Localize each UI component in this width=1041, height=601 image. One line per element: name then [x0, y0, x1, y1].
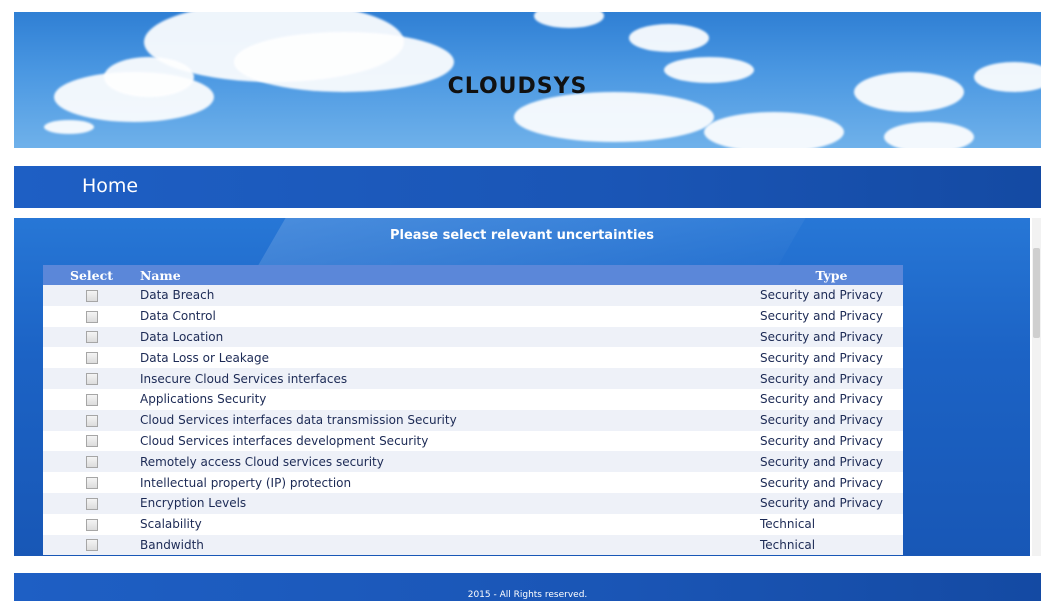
uncertainty-name: Data Control	[140, 305, 760, 327]
uncertainty-name: Scalability	[140, 513, 760, 535]
uncertainty-type: Security and Privacy	[760, 388, 903, 410]
uncertainty-type: Technical	[760, 534, 903, 556]
cloud-shape	[629, 24, 709, 52]
uncertainty-table: Select Name Type Data Breach Security and…	[43, 265, 903, 556]
select-cell	[43, 388, 140, 410]
uncertainty-name: Cloud Services interfaces development Se…	[140, 430, 760, 452]
uncertainty-type: Security and Privacy	[760, 285, 903, 306]
uncertainty-name: Data Location	[140, 326, 760, 348]
header-select: Select	[43, 265, 140, 285]
site-title: CLOUDSYS	[447, 74, 588, 99]
uncertainty-name: Intellectual property (IP) protection	[140, 472, 760, 493]
cloud-shape	[44, 120, 94, 134]
cloud-shape	[534, 12, 604, 28]
uncertainty-name: Insecure Cloud Services interfaces	[140, 368, 760, 389]
uncertainty-name: Bandwidth	[140, 534, 760, 556]
uncertainty-name: Encryption Levels	[140, 492, 760, 514]
uncertainty-name: Data Loss or Leakage	[140, 347, 760, 369]
table-row: Cloud Services interfaces data transmiss…	[43, 409, 903, 431]
nav-home-link[interactable]: Home	[82, 175, 138, 197]
cloud-shape	[514, 92, 714, 142]
table-row: Applications Security Security and Privac…	[43, 388, 903, 410]
uncertainty-name: Applications Security	[140, 388, 760, 410]
row-checkbox[interactable]	[85, 310, 98, 323]
row-checkbox[interactable]	[85, 518, 98, 531]
table-row: Scalability Technical	[43, 513, 903, 535]
select-cell	[43, 285, 140, 306]
uncertainty-name: Remotely access Cloud services security	[140, 451, 760, 473]
uncertainty-type: Security and Privacy	[760, 409, 903, 431]
scrollbar-thumb[interactable]	[1033, 248, 1040, 338]
select-cell	[43, 305, 140, 327]
row-checkbox[interactable]	[85, 497, 98, 510]
header-type: Type	[760, 265, 903, 285]
uncertainty-type: Security and Privacy	[760, 451, 903, 473]
panel-title: Please select relevant uncertainties	[389, 228, 655, 243]
row-checkbox[interactable]	[85, 456, 98, 469]
select-cell	[43, 472, 140, 493]
table-row: Encryption Levels Security and Privacy	[43, 492, 903, 514]
select-cell	[43, 451, 140, 473]
table-row: Data Control Security and Privacy	[43, 305, 903, 327]
row-checkbox[interactable]	[85, 373, 98, 386]
select-cell	[43, 409, 140, 431]
uncertainty-type: Technical	[760, 513, 903, 535]
row-checkbox[interactable]	[85, 435, 98, 448]
uncertainty-type: Security and Privacy	[760, 430, 903, 452]
table-header-row: Select Name Type	[43, 265, 903, 285]
table-row: Data Location Security and Privacy	[43, 326, 903, 348]
footer-bar: 2015 - All Rights reserved.	[14, 573, 1041, 601]
row-checkbox[interactable]	[85, 393, 98, 406]
footer-copyright: 2015 - All Rights reserved.	[467, 590, 588, 600]
uncertainty-name: Cloud Services interfaces data transmiss…	[140, 409, 760, 431]
select-cell	[43, 430, 140, 452]
table-row: Data Breach Security and Privacy	[43, 285, 903, 306]
row-checkbox[interactable]	[85, 289, 98, 302]
header-name: Name	[140, 265, 760, 285]
header-banner: CLOUDSYS	[14, 12, 1041, 148]
table-row: Cloud Services interfaces development Se…	[43, 430, 903, 452]
table-row: Bandwidth Technical	[43, 534, 903, 556]
uncertainty-panel: Please select relevant uncertainties Sel…	[14, 218, 1030, 556]
table-row: Remotely access Cloud services security S…	[43, 451, 903, 473]
cloud-shape	[704, 112, 844, 148]
uncertainty-type: Security and Privacy	[760, 326, 903, 348]
vertical-scrollbar[interactable]	[1032, 218, 1041, 556]
select-cell	[43, 368, 140, 389]
row-checkbox[interactable]	[85, 539, 98, 552]
uncertainty-type: Security and Privacy	[760, 492, 903, 514]
table-row: Insecure Cloud Services interfaces Securi…	[43, 368, 903, 389]
uncertainty-name: Data Breach	[140, 285, 760, 306]
row-checkbox[interactable]	[85, 477, 98, 490]
row-checkbox[interactable]	[85, 352, 98, 365]
select-cell	[43, 326, 140, 348]
select-cell	[43, 347, 140, 369]
uncertainty-type: Security and Privacy	[760, 472, 903, 493]
row-checkbox[interactable]	[85, 331, 98, 344]
select-cell	[43, 513, 140, 535]
uncertainty-type: Security and Privacy	[760, 368, 903, 389]
uncertainty-type: Security and Privacy	[760, 347, 903, 369]
select-cell	[43, 492, 140, 514]
nav-bar: Home	[14, 166, 1041, 208]
cloud-shape	[884, 122, 974, 148]
table-row: Data Loss or Leakage Security and Privacy	[43, 347, 903, 369]
table-row: Intellectual property (IP) protection Sec…	[43, 472, 903, 493]
select-cell	[43, 534, 140, 556]
uncertainty-type: Security and Privacy	[760, 305, 903, 327]
row-checkbox[interactable]	[85, 414, 98, 427]
